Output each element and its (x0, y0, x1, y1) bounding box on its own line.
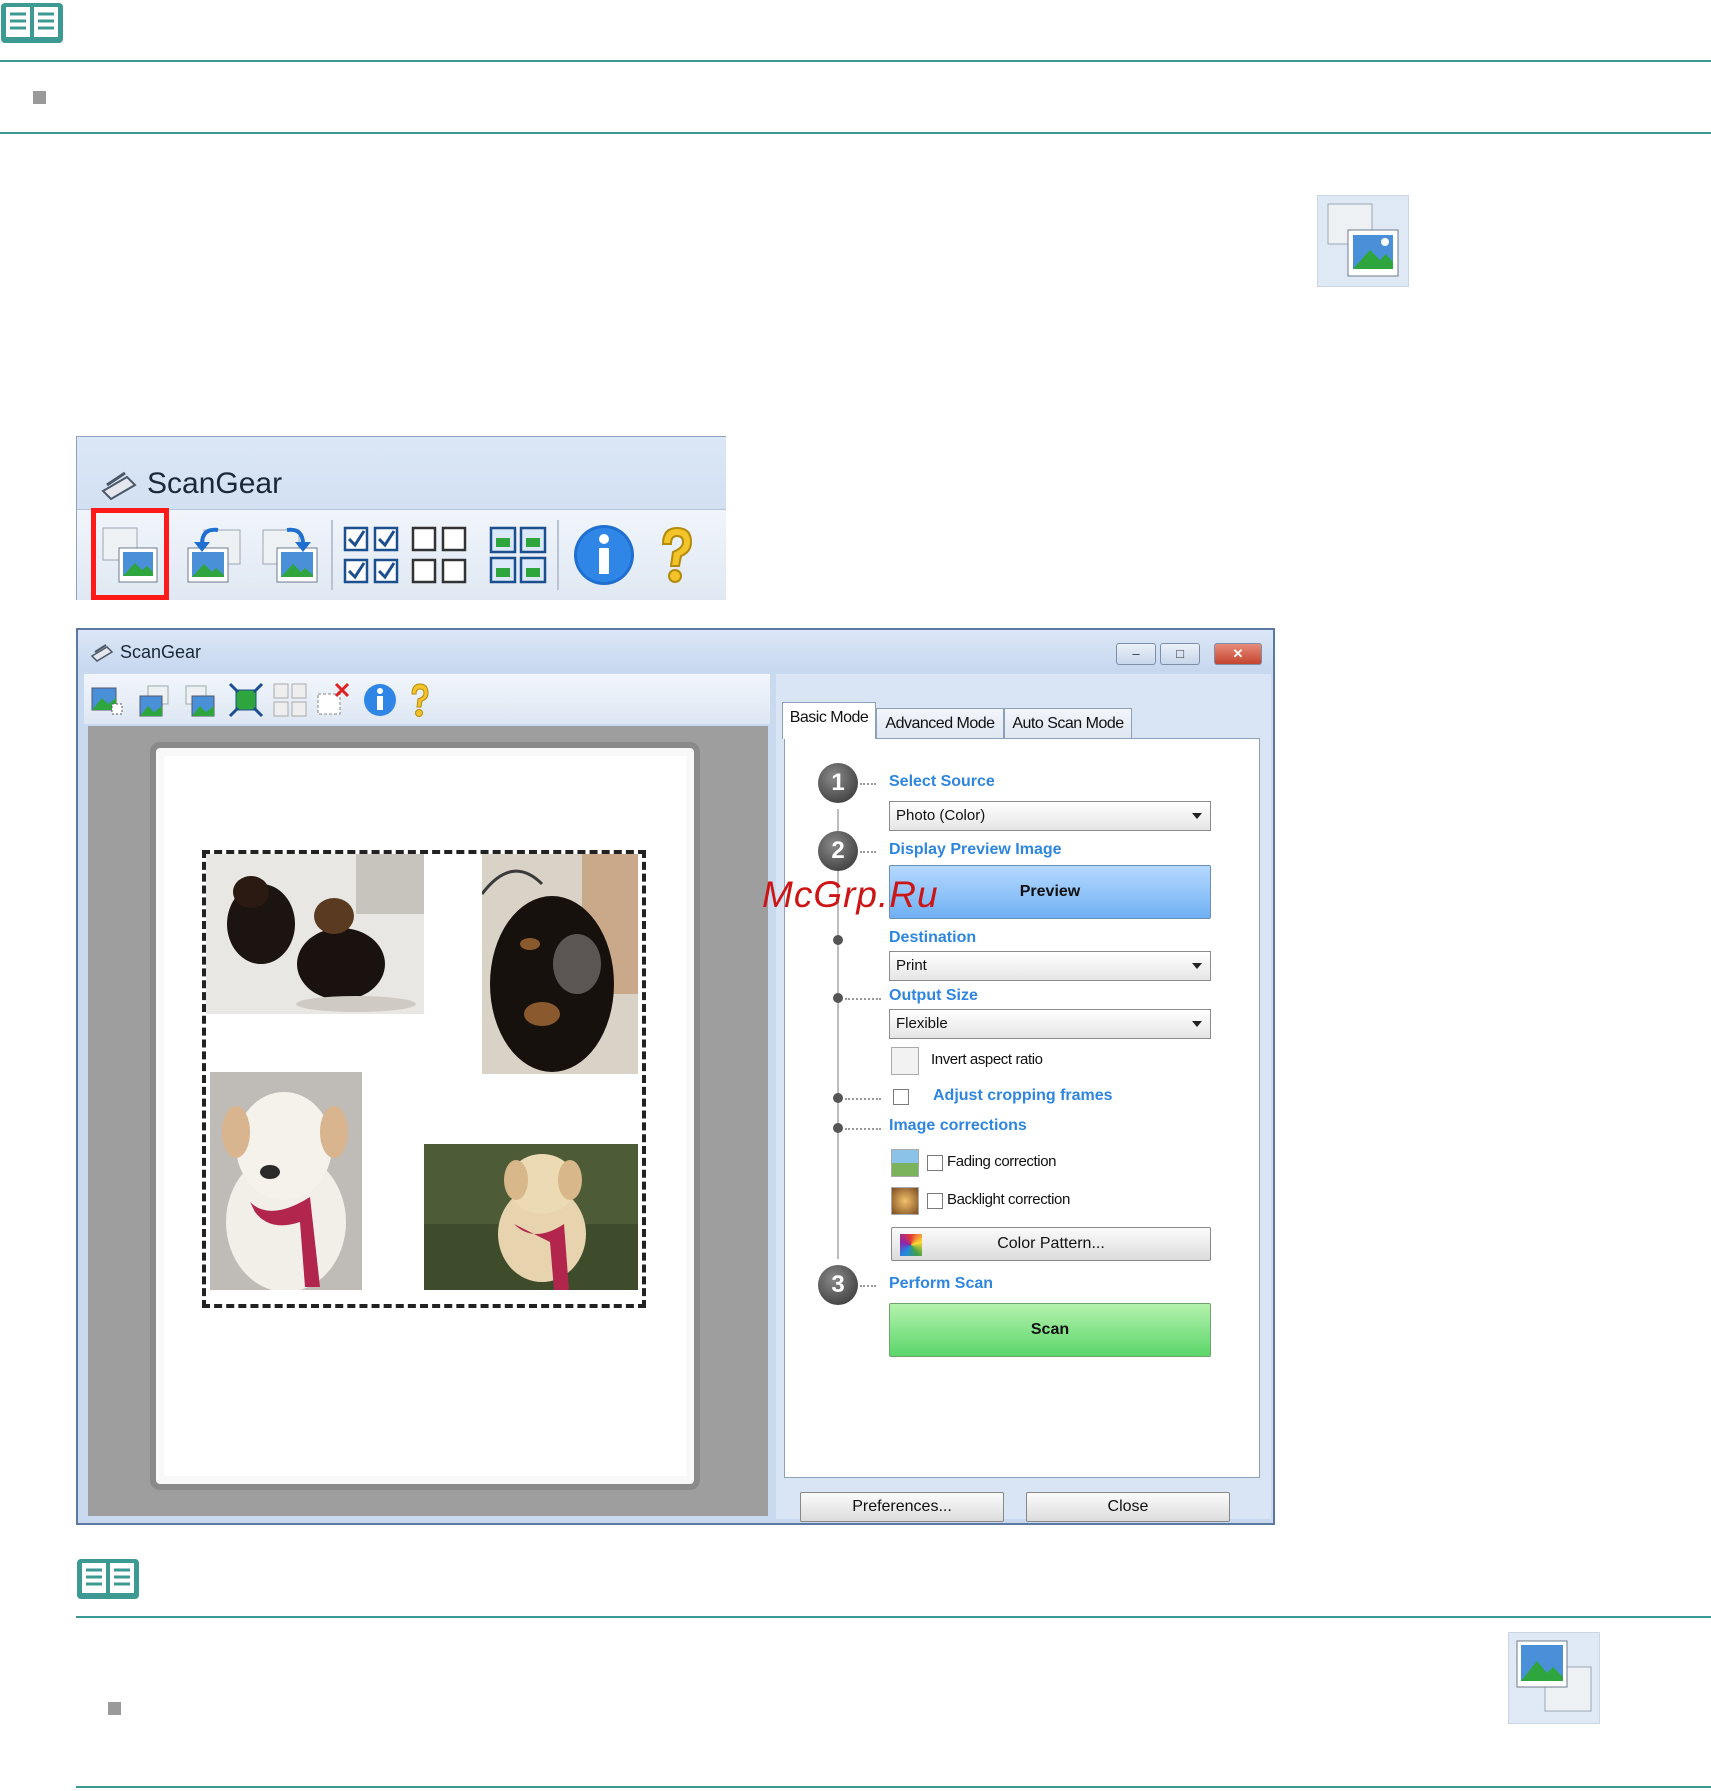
scan-button[interactable]: Scan (889, 1303, 1211, 1357)
select-source-label: Select Source (889, 773, 995, 790)
remove-frame-icon[interactable] (316, 682, 352, 718)
settings-panel: Basic Mode Advanced Mode Auto Scan Mode … (776, 674, 1271, 1522)
output-size-select[interactable]: Flexible (889, 1009, 1211, 1039)
color-pattern-label: Color Pattern... (997, 1235, 1105, 1252)
rotate-left-icon[interactable] (136, 682, 172, 718)
note-book-icon (77, 1559, 139, 1599)
cropping-frame[interactable] (202, 850, 646, 1308)
fading-correction-checkbox[interactable] (927, 1155, 943, 1171)
auto-crop-frames-icon[interactable] (228, 682, 264, 718)
step-leader (845, 1128, 881, 1130)
window-toolbar (84, 674, 770, 724)
source-select-value: Photo (Color) (896, 807, 986, 824)
note-bottom-rule (0, 132, 1711, 134)
scangear-window: ScanGear – □ ✕ Basic Mode Advanced Mode … (76, 628, 1275, 1525)
full-image-view-icon (1508, 1632, 1600, 1724)
preview-area (88, 726, 768, 1516)
step-3-badge: 3 (818, 1265, 858, 1305)
chevron-down-icon (1192, 963, 1202, 969)
note-top-rule (0, 60, 1711, 62)
toolbar-bar (77, 508, 726, 600)
image-corrections-label: Image corrections (889, 1117, 1027, 1134)
chevron-down-icon (1192, 813, 1202, 819)
color-pattern-icon (900, 1234, 922, 1256)
close-window-button[interactable]: ✕ (1214, 643, 1262, 665)
perform-scan-label: Perform Scan (889, 1275, 994, 1292)
tab-basic-mode[interactable]: Basic Mode (782, 702, 876, 739)
rotate-right-icon[interactable] (182, 682, 218, 718)
multi-crop-icon[interactable] (272, 682, 308, 718)
step-dot (833, 935, 843, 945)
note-bottom-rule (76, 1786, 1711, 1788)
maximize-button[interactable]: □ (1160, 643, 1200, 665)
step-dot (833, 1123, 843, 1133)
help-icon[interactable] (643, 522, 709, 588)
destination-select-value: Print (896, 957, 927, 974)
bullet-square (108, 1702, 121, 1715)
multi-crop-button[interactable] (485, 522, 551, 588)
toolbar-closeup: ScanGear (76, 436, 726, 600)
basic-mode-panel: 1 Select Source Photo (Color) 2 Display … (784, 738, 1260, 1478)
minimize-button[interactable]: – (1116, 643, 1156, 665)
preferences-button[interactable]: Preferences... (800, 1492, 1004, 1522)
backlight-correction-checkbox[interactable] (927, 1193, 943, 1209)
scanner-icon (90, 644, 114, 662)
fading-correction-icon (891, 1149, 919, 1177)
step-leader (845, 998, 881, 1000)
toolbar-separator (331, 520, 333, 590)
adjust-cropping-checkbox[interactable] (893, 1089, 909, 1105)
scanner-icon (101, 471, 137, 501)
step-dot (833, 993, 843, 1003)
step-dot (833, 1093, 843, 1103)
note-top-rule (76, 1616, 1711, 1618)
platen-image[interactable] (164, 756, 686, 1476)
tab-advanced-mode[interactable]: Advanced Mode (876, 708, 1004, 738)
invert-aspect-ratio-icon[interactable] (891, 1047, 919, 1075)
invert-aspect-ratio-label: Invert aspect ratio (931, 1051, 1043, 1068)
destination-select[interactable]: Print (889, 951, 1211, 981)
toolbar-separator (557, 520, 559, 590)
window-title: ScanGear (120, 642, 202, 662)
step-2-badge: 2 (818, 831, 858, 871)
information-icon[interactable] (571, 522, 637, 588)
adjust-cropping-label: Adjust cropping frames (933, 1087, 1113, 1104)
color-pattern-button[interactable]: Color Pattern... (891, 1227, 1211, 1261)
rotate-right-button[interactable] (257, 522, 323, 588)
toolbar-app-title: ScanGear (147, 467, 283, 500)
watermark-text: McGrp.Ru (762, 874, 939, 915)
close-button[interactable]: Close (1026, 1492, 1230, 1522)
rotate-left-button[interactable] (182, 522, 248, 588)
step-leader (860, 783, 876, 785)
information-icon[interactable] (362, 682, 398, 718)
backlight-correction-label: Backlight correction (947, 1191, 1070, 1208)
chevron-down-icon (1192, 1021, 1202, 1027)
destination-label: Destination (889, 929, 977, 946)
window-title-bar: ScanGear – □ ✕ (78, 630, 1273, 672)
note-book-icon (1, 3, 63, 43)
thumbnail-view-icon (1317, 195, 1409, 287)
backlight-correction-icon (891, 1187, 919, 1215)
clear-frames-button[interactable] (407, 522, 473, 588)
fading-correction-label: Fading correction (947, 1153, 1057, 1170)
select-all-frames-button[interactable] (339, 522, 405, 588)
tab-auto-scan-mode[interactable]: Auto Scan Mode (1004, 708, 1132, 738)
thumbnail-highlight-frame (91, 508, 169, 600)
step-1-badge: 1 (818, 763, 858, 803)
platen-frame (150, 742, 700, 1490)
auto-crop-icon[interactable] (88, 682, 124, 718)
output-size-label: Output Size (889, 987, 978, 1004)
bullet-square (33, 91, 46, 104)
step-leader (845, 1098, 881, 1100)
source-select[interactable]: Photo (Color) (889, 801, 1211, 831)
display-preview-label: Display Preview Image (889, 841, 1062, 858)
output-size-select-value: Flexible (896, 1015, 948, 1032)
step-leader (860, 851, 876, 853)
step-leader (860, 1285, 876, 1287)
help-icon[interactable] (402, 682, 438, 718)
